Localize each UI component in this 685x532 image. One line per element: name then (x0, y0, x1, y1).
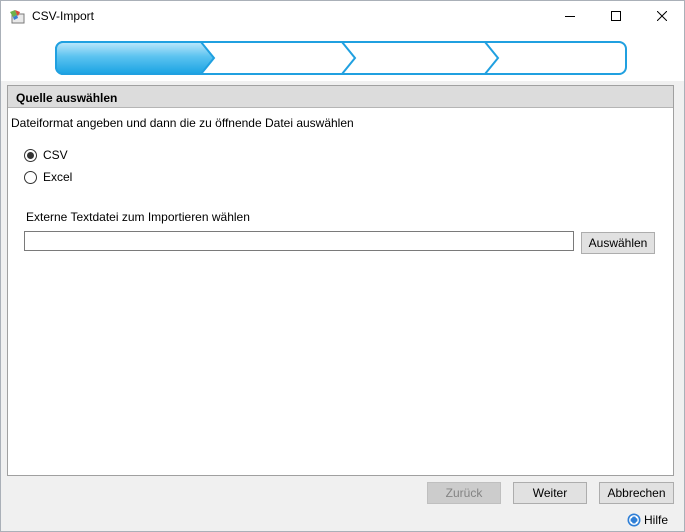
source-panel: Quelle auswählen Dateiformat angeben und… (7, 85, 674, 476)
title-bar[interactable]: CSV-Import (1, 1, 684, 32)
radio-button-excel[interactable] (24, 170, 37, 184)
file-path-label: Externe Textdatei zum Importieren wählen (26, 210, 250, 224)
cancel-button[interactable]: Abbrechen (599, 482, 674, 504)
format-option-csv[interactable]: CSV (24, 148, 68, 162)
format-option-excel[interactable]: Excel (24, 170, 72, 184)
browse-button[interactable]: Auswählen (581, 232, 655, 254)
help-icon (627, 513, 641, 527)
minimize-button[interactable] (547, 1, 593, 31)
wizard-step-1 (55, 41, 216, 75)
wizard-step-indicator (55, 41, 627, 75)
import-wizard-icon (10, 10, 25, 24)
help-label: Hilfe (644, 513, 669, 527)
csv-import-window: CSV-Import Quelle auswählen Dateiformat … (0, 0, 685, 532)
radio-label-excel: Excel (43, 170, 73, 184)
radio-label-csv: CSV (43, 148, 68, 162)
wizard-progress-area (1, 32, 684, 81)
instruction-text: Dateiformat angeben und dann die zu öffn… (11, 116, 354, 130)
panel-title: Quelle auswählen (16, 91, 118, 105)
close-icon (657, 11, 667, 21)
maximize-button[interactable] (593, 1, 639, 31)
next-button[interactable]: Weiter (513, 482, 587, 504)
radio-button-csv[interactable] (24, 148, 37, 162)
back-button[interactable]: Zurück (427, 482, 501, 504)
window-title: CSV-Import (32, 9, 95, 23)
panel-header: Quelle auswählen (8, 86, 673, 108)
maximize-icon (611, 11, 621, 21)
file-path-input[interactable] (24, 231, 574, 251)
close-button[interactable] (639, 1, 685, 31)
minimize-icon (565, 16, 575, 17)
help-link[interactable]: Hilfe (627, 513, 668, 527)
